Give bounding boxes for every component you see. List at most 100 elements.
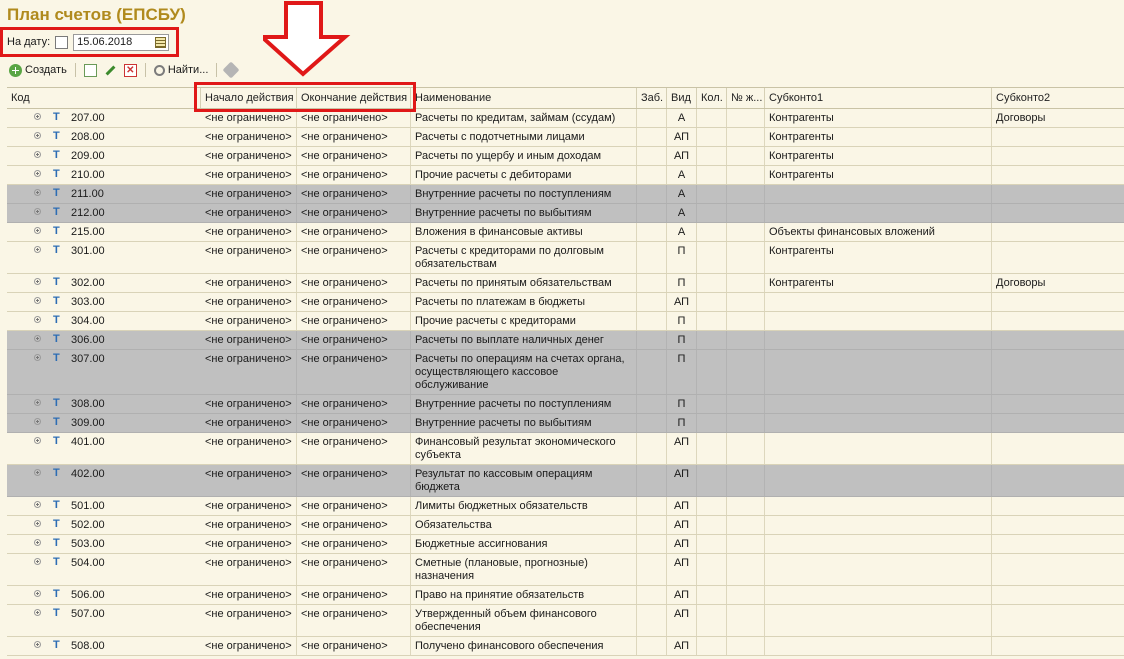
table-row[interactable]: T 212.00 <не ограничено> <не ограничено> Вну… <box>7 204 1124 223</box>
table-row[interactable]: T 306.00 <не ограничено> <не ограничено> Рас… <box>7 331 1124 350</box>
column-header-vid[interactable]: Вид <box>667 88 697 108</box>
table-row[interactable]: T 302.00 <не ограничено> <не ограничено> Рас… <box>7 274 1124 293</box>
table-row[interactable]: T 207.00 <не ограничено> <не ограничено> Рас… <box>7 109 1124 128</box>
column-header-kol[interactable]: Кол. <box>697 88 727 108</box>
magnifier-icon <box>153 64 165 76</box>
expand-icon[interactable] <box>34 399 41 406</box>
date-checkbox[interactable] <box>55 35 69 49</box>
column-header-journal[interactable]: № ж... <box>727 88 765 108</box>
column-header-subkonto2[interactable]: Субконто2 <box>992 88 1124 108</box>
vid-cell: АП <box>667 497 697 515</box>
expand-icon[interactable] <box>34 609 41 616</box>
table-row[interactable]: T 502.00 <не ограничено> <не ограничено> Обя… <box>7 516 1124 535</box>
expand-icon[interactable] <box>34 641 41 648</box>
end-cell: <не ограничено> <box>297 516 411 534</box>
expand-icon[interactable] <box>34 278 41 285</box>
expand-icon[interactable] <box>34 354 41 361</box>
vid-cell: П <box>667 395 697 413</box>
start-cell: <не ограничено> <box>201 274 297 292</box>
table-row[interactable]: T 303.00 <не ограничено> <не ограничено> Рас… <box>7 293 1124 312</box>
table-row[interactable]: T 307.00 <не ограничено> <не ограничено> Рас… <box>7 350 1124 395</box>
accounts-table[interactable]: Код Начало действия Окончание действия Н… <box>7 87 1124 656</box>
column-header-zab[interactable]: Заб. <box>637 88 667 108</box>
date-input[interactable]: 15.06.2018 <box>73 33 170 51</box>
zab-cell <box>637 331 667 349</box>
table-row[interactable]: T 301.00 <не ограничено> <не ограничено> Рас… <box>7 242 1124 274</box>
table-row[interactable]: T 401.00 <не ограничено> <не ограничено> Фин… <box>7 433 1124 465</box>
zab-cell <box>637 535 667 553</box>
zab-cell <box>637 147 667 165</box>
create-button[interactable]: Создать <box>9 62 67 78</box>
expand-icon[interactable] <box>34 132 41 139</box>
expand-icon[interactable] <box>34 558 41 565</box>
expand-icon[interactable] <box>34 469 41 476</box>
subkonto1-cell <box>765 331 992 349</box>
subkonto2-cell <box>992 350 1124 394</box>
expand-icon[interactable] <box>34 208 41 215</box>
start-cell: <не ограничено> <box>201 414 297 432</box>
table-row[interactable]: T 211.00 <не ограничено> <не ограничено> Вну… <box>7 185 1124 204</box>
column-header-code[interactable]: Код <box>7 88 201 108</box>
name-cell: Расчеты с подотчетными лицами <box>411 128 637 146</box>
table-row[interactable]: T 402.00 <не ограничено> <не ограничено> Рез… <box>7 465 1124 497</box>
expand-icon[interactable] <box>34 189 41 196</box>
subkonto2-cell <box>992 147 1124 165</box>
expand-icon[interactable] <box>34 170 41 177</box>
table-row[interactable]: T 506.00 <не ограничено> <не ограничено> Пра… <box>7 586 1124 605</box>
expand-icon[interactable] <box>34 501 41 508</box>
table-row[interactable]: T 208.00 <не ограничено> <не ограничено> Рас… <box>7 128 1124 147</box>
expand-icon[interactable] <box>34 520 41 527</box>
end-cell: <не ограничено> <box>297 497 411 515</box>
end-cell: <не ограничено> <box>297 242 411 273</box>
expand-icon[interactable] <box>34 316 41 323</box>
expand-icon[interactable] <box>34 437 41 444</box>
column-header-name[interactable]: Наименование <box>411 88 637 108</box>
name-cell: Лимиты бюджетных обязательств <box>411 497 637 515</box>
zab-cell <box>637 242 667 273</box>
expand-icon[interactable] <box>34 113 41 120</box>
end-cell: <не ограничено> <box>297 166 411 184</box>
name-cell: Получено финансового обеспечения <box>411 637 637 655</box>
copy-icon[interactable] <box>83 63 97 77</box>
start-cell: <не ограничено> <box>201 433 297 464</box>
delete-icon[interactable]: ✕ <box>123 63 137 77</box>
table-row[interactable]: T 308.00 <не ограничено> <не ограничено> Вну… <box>7 395 1124 414</box>
table-row[interactable]: T 508.00 <не ограничено> <не ограничено> Пол… <box>7 637 1124 656</box>
expand-icon[interactable] <box>34 297 41 304</box>
calendar-icon[interactable] <box>155 36 167 48</box>
table-row[interactable]: T 215.00 <не ограничено> <не ограничено> Вло… <box>7 223 1124 242</box>
vid-cell: П <box>667 274 697 292</box>
end-cell: <не ограничено> <box>297 554 411 585</box>
vid-cell: АП <box>667 605 697 636</box>
table-row[interactable]: T 304.00 <не ограничено> <не ограничено> Про… <box>7 312 1124 331</box>
expand-icon[interactable] <box>34 227 41 234</box>
expand-icon[interactable] <box>34 418 41 425</box>
pencil-icon[interactable] <box>105 65 116 75</box>
column-header-subkonto1[interactable]: Субконто1 <box>765 88 992 108</box>
column-header-start[interactable]: Начало действия <box>201 88 297 108</box>
table-row[interactable]: T 507.00 <не ограничено> <не ограничено> Утв… <box>7 605 1124 637</box>
find-button[interactable]: Найти... <box>153 62 208 78</box>
expand-icon[interactable] <box>34 246 41 253</box>
expand-icon[interactable] <box>34 539 41 546</box>
table-row[interactable]: T 501.00 <не ограничено> <не ограничено> Лим… <box>7 497 1124 516</box>
table-row[interactable]: T 209.00 <не ограничено> <не ограничено> Рас… <box>7 147 1124 166</box>
column-header-end[interactable]: Окончание действия <box>297 88 411 108</box>
table-row[interactable]: T 210.00 <не ограничено> <не ограничено> Про… <box>7 166 1124 185</box>
table-row[interactable]: T 503.00 <не ограничено> <не ограничено> Бюд… <box>7 535 1124 554</box>
table-row[interactable]: T 504.00 <не ограничено> <не ограничено> Сме… <box>7 554 1124 586</box>
subkonto1-cell <box>765 414 992 432</box>
journal-cell <box>727 242 765 273</box>
kol-cell <box>697 350 727 394</box>
plug-icon[interactable] <box>222 61 240 79</box>
expand-icon[interactable] <box>34 151 41 158</box>
subkonto2-cell <box>992 516 1124 534</box>
account-code: 304.00 <box>71 315 105 327</box>
code-cell: T 303.00 <box>7 293 200 311</box>
vid-cell: А <box>667 166 697 184</box>
start-cell: <не ограничено> <box>201 637 297 655</box>
expand-icon[interactable] <box>34 335 41 342</box>
code-cell: T 306.00 <box>7 331 200 349</box>
table-row[interactable]: T 309.00 <не ограничено> <не ограничено> Вну… <box>7 414 1124 433</box>
expand-icon[interactable] <box>34 590 41 597</box>
